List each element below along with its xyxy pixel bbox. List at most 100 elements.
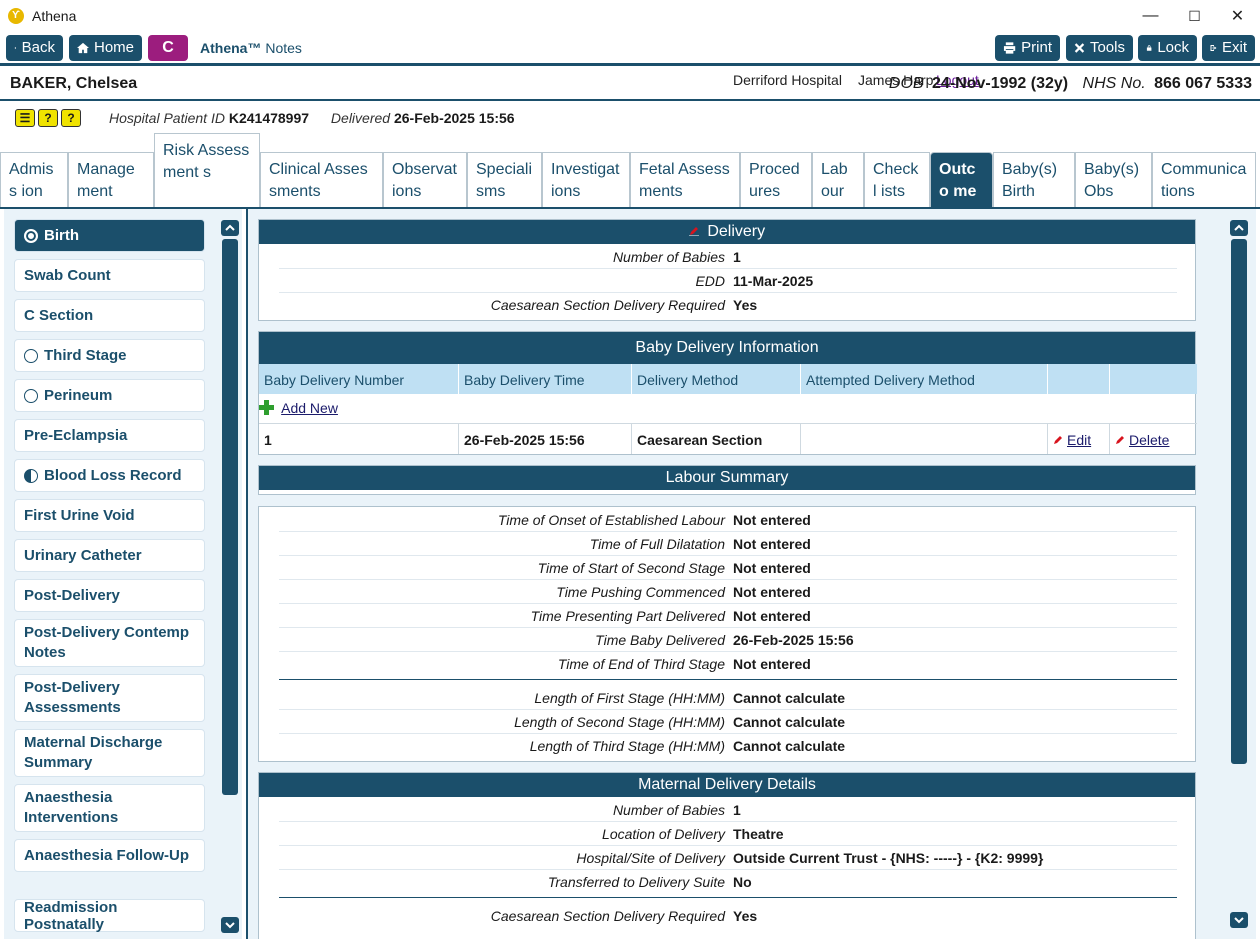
print-button[interactable]: Print: [995, 34, 1060, 61]
nav-item-post-delivery-assessments[interactable]: Post-Delivery Assessments: [14, 674, 205, 722]
tab-outcome[interactable]: Outco me: [930, 152, 993, 208]
column-header: [1048, 364, 1110, 394]
tab-babys-birth[interactable]: Baby(s) Birth: [993, 152, 1075, 208]
home-button[interactable]: Home: [69, 34, 142, 61]
minimize-button[interactable]: —: [1128, 0, 1173, 32]
edit-link[interactable]: Edit: [1067, 432, 1091, 448]
nav-item-blood-loss-record[interactable]: Blood Loss Record: [14, 459, 205, 492]
close-window-button[interactable]: ✕: [1215, 0, 1260, 32]
nav-item-post-delivery[interactable]: Post-Delivery: [14, 579, 205, 612]
row-value: 26-Feb-2025 15:56: [733, 632, 854, 648]
delivery-title: Delivery: [707, 223, 766, 240]
row-value: Not entered: [733, 512, 811, 528]
nav-item-label: Third Stage: [44, 347, 127, 364]
nav-item-label: C Section: [24, 307, 94, 324]
exit-button[interactable]: Exit: [1202, 34, 1255, 61]
labour-row: Time of Onset of Established Labour Not e…: [279, 508, 1177, 532]
add-new-link[interactable]: Add New: [281, 400, 338, 416]
tab-management[interactable]: Manage ment: [68, 152, 154, 208]
nav-item-urinary-catheter[interactable]: Urinary Catheter: [14, 539, 205, 572]
nav-item-c-section[interactable]: C Section: [14, 299, 205, 332]
row-label: Length of Third Stage (HH:MM): [529, 738, 725, 754]
nav-item-perineum[interactable]: Perineum: [14, 379, 205, 412]
lock-icon: [1146, 44, 1152, 51]
brand-suffix: Notes: [265, 39, 302, 56]
print-label: Print: [1021, 39, 1052, 56]
printer-icon: [1003, 41, 1016, 54]
nav-item-post-delivery-contemp-notes[interactable]: Post-Delivery Contemp Notes: [14, 619, 205, 667]
nav-item-anaesthesia-follow-up[interactable]: Anaesthesia Follow-Up: [14, 839, 205, 872]
nav-item-swab-count[interactable]: Swab Count: [14, 259, 205, 292]
nav-item-pre-eclampsia[interactable]: Pre-Eclampsia: [14, 419, 205, 452]
delete-cell: Delete: [1110, 424, 1197, 454]
sidebar-scrollbar-thumb[interactable]: [222, 239, 238, 795]
row-label: Time Pushing Commenced: [556, 584, 725, 600]
sidebar-scroll-down-button[interactable]: [221, 917, 239, 933]
column-header: Attempted Delivery Method: [801, 364, 1048, 394]
tab-communications[interactable]: Communica tions: [1152, 152, 1256, 208]
radio-empty-icon: [24, 348, 38, 363]
plus-icon[interactable]: [259, 400, 274, 415]
row-label: Transferred to Delivery Suite: [547, 874, 725, 890]
window-titlebar: ϒ Athena — ☐ ✕: [0, 0, 1260, 32]
nav-item-label: Anaesthesia Follow-Up: [24, 847, 190, 864]
tab-fetal-assessments[interactable]: Fetal Assessments: [630, 152, 740, 208]
back-button[interactable]: Back: [6, 34, 63, 61]
labour-details-section: Time of Onset of Established Labour Not e…: [258, 506, 1196, 762]
content-scroll-down-button[interactable]: [1230, 912, 1248, 928]
tab-investigations[interactable]: Investigat ions: [542, 152, 630, 208]
nav-item-birth[interactable]: Birth: [14, 219, 205, 252]
maternal-row: Hospital/Site of Delivery Outside Current…: [279, 846, 1177, 870]
tab-labour[interactable]: Lab our: [812, 152, 864, 208]
nav-item-first-urine-void[interactable]: First Urine Void: [14, 499, 205, 532]
sidebar-scroll-up-button[interactable]: [221, 220, 239, 236]
nav-item-anaesthesia-interventions[interactable]: Anaesthesia Interventions: [14, 784, 205, 832]
chevron-left-icon: [14, 46, 17, 49]
row-value: 11-Mar-2025: [733, 273, 814, 289]
nav-item-third-stage[interactable]: Third Stage: [14, 339, 205, 372]
row-value: Cannot calculate: [733, 714, 846, 730]
lock-label: Lock: [1157, 39, 1189, 56]
labour-row: Length of Third Stage (HH:MM) Cannot calc…: [279, 734, 1177, 758]
maximize-button[interactable]: ☐: [1172, 0, 1217, 32]
tab-procedures[interactable]: Proced ures: [740, 152, 812, 208]
nav-item-label: Birth: [44, 227, 79, 244]
nav-item-maternal-discharge-summary[interactable]: Maternal Discharge Summary: [14, 729, 205, 777]
brand-name: Athena™: [200, 39, 262, 56]
radio-empty-icon: [24, 388, 38, 403]
labour-row: Time Baby Delivered 26-Feb-2025 15:56: [279, 628, 1177, 652]
section-tabs: Admiss ion Manage ment Risk Assessment s…: [0, 133, 1260, 208]
row-label: Time Presenting Part Delivered: [530, 608, 725, 624]
nav-item-label: Maternal Discharge Summary: [24, 734, 163, 771]
radio-selected-icon: [24, 228, 38, 243]
labour-row: Length of First Stage (HH:MM) Cannot calc…: [279, 686, 1177, 710]
tab-admission[interactable]: Admiss ion: [0, 152, 68, 208]
nav-item-label: Anaesthesia Interventions: [24, 789, 119, 826]
tab-specialisms[interactable]: Speciali sms: [467, 152, 542, 208]
tab-babys-obs[interactable]: Baby(s) Obs: [1075, 152, 1152, 208]
row-value: Not entered: [733, 560, 811, 576]
tab-clinical-assessments[interactable]: Clinical Assessments: [260, 152, 383, 208]
tools-label: Tools: [1089, 39, 1125, 56]
row-value: Yes: [733, 908, 758, 924]
tab-observations[interactable]: Observat ions: [383, 152, 467, 208]
tab-risk-assessments[interactable]: Risk Assessment s: [154, 133, 260, 208]
edit-pencil-icon[interactable]: [688, 226, 699, 236]
row-label: Time of Full Dilatation: [589, 536, 725, 552]
delivery-header: Delivery: [259, 220, 1195, 244]
row-value: Not entered: [733, 656, 811, 672]
nav-item-label: Readmission Postnatally: [24, 898, 118, 933]
question-icon[interactable]: ?: [38, 109, 58, 127]
divider: [279, 897, 1177, 898]
nav-item-readmission-postnatally[interactable]: Readmission Postnatally: [14, 898, 205, 933]
alert-list-icon[interactable]: ☰: [15, 109, 35, 127]
delete-link[interactable]: Delete: [1129, 432, 1169, 448]
tab-checklists[interactable]: Checkl ists: [864, 152, 930, 208]
delivery-row: EDD 11-Mar-2025: [279, 269, 1177, 293]
c-button[interactable]: C: [148, 34, 188, 61]
content-scroll-up-button[interactable]: [1230, 220, 1248, 236]
lock-button[interactable]: Lock: [1138, 34, 1197, 61]
question-icon-2[interactable]: ?: [61, 109, 81, 127]
content-scrollbar-thumb[interactable]: [1231, 239, 1247, 764]
tools-button[interactable]: Tools: [1066, 34, 1133, 61]
